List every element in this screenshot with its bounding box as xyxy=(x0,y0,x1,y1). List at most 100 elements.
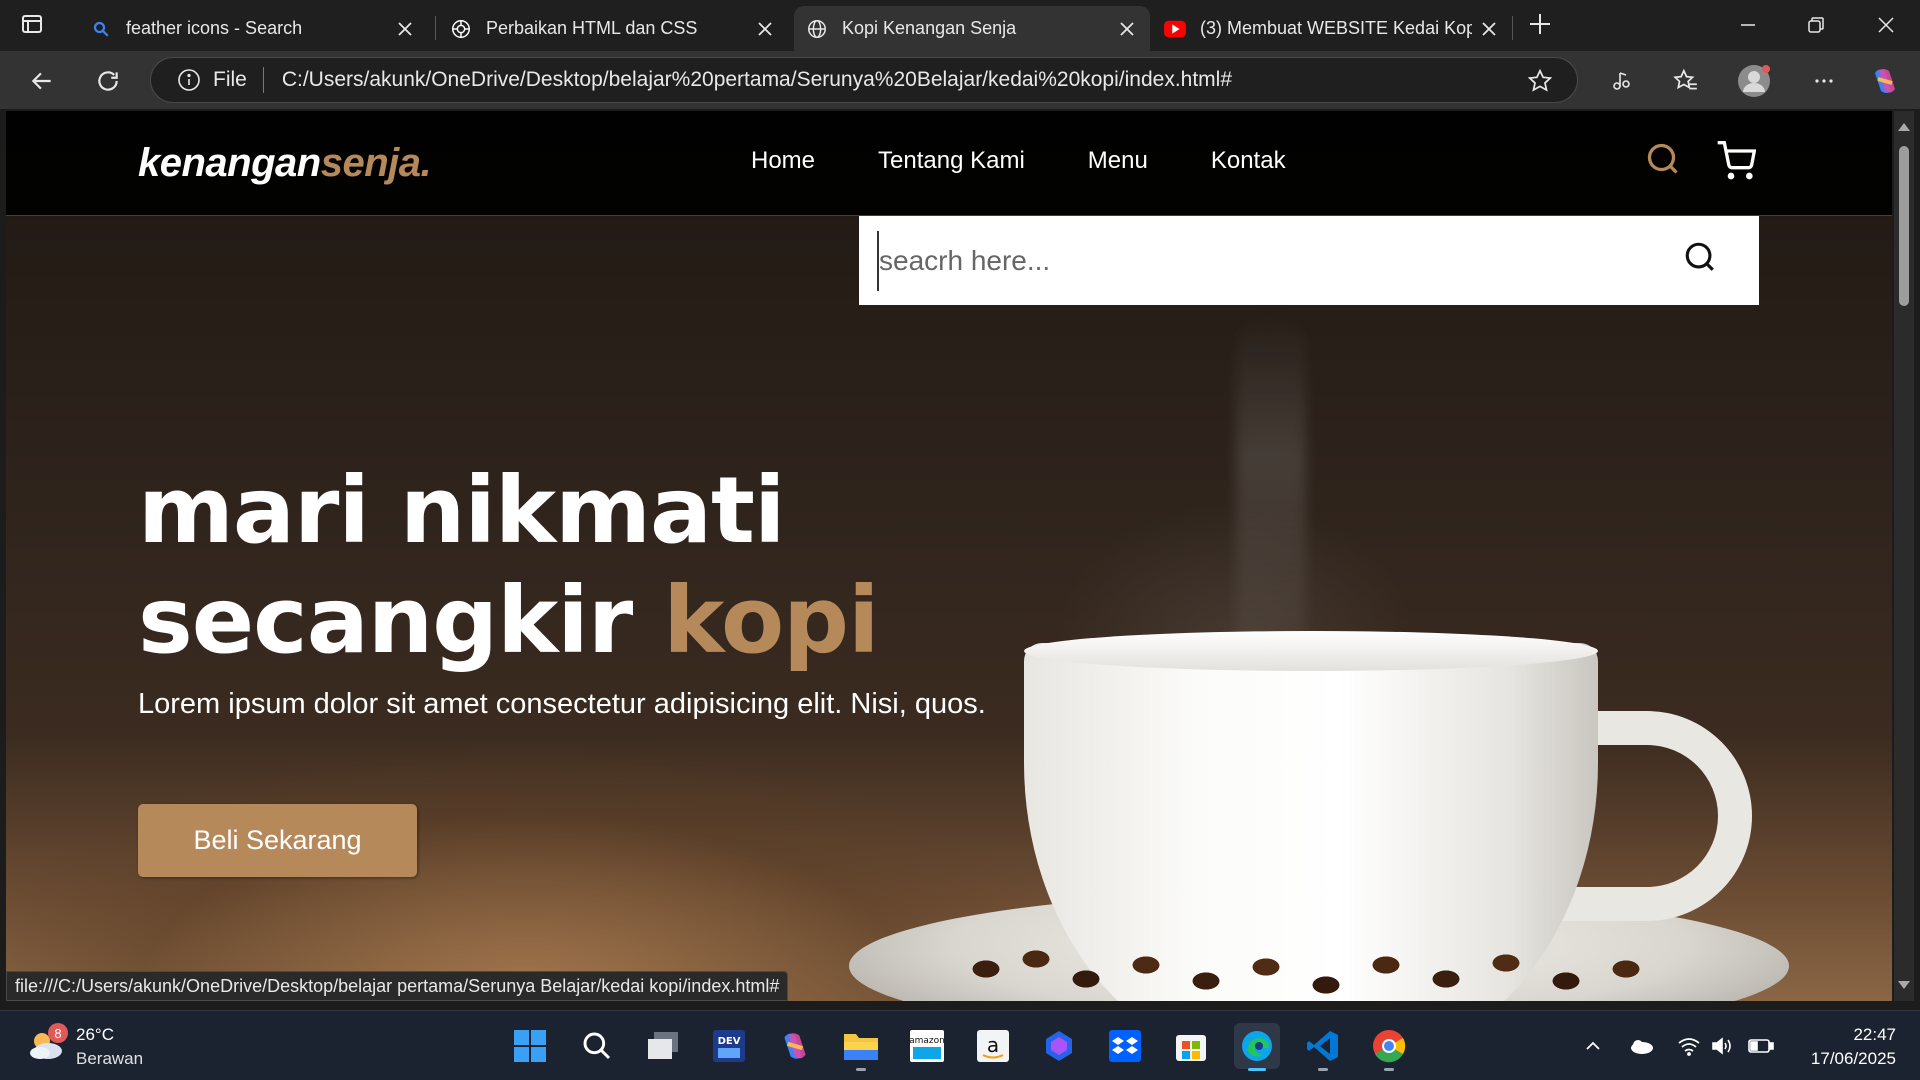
tab-kopi-kenangan-senja[interactable]: Kopi Kenangan Senja xyxy=(794,6,1150,51)
close-icon[interactable] xyxy=(1478,18,1500,40)
globe-icon xyxy=(806,18,828,40)
close-icon[interactable] xyxy=(394,18,416,40)
read-aloud-icon[interactable] xyxy=(1604,64,1638,98)
restore-icon[interactable] xyxy=(1796,10,1836,40)
weather-desc: Berawan xyxy=(76,1049,144,1068)
page-scrollbar[interactable] xyxy=(1894,111,1914,1001)
search-form xyxy=(859,216,1759,305)
weather-temp: 26°C xyxy=(76,1025,114,1044)
buy-now-button[interactable]: Beli Sekarang xyxy=(138,804,417,877)
search-icon[interactable] xyxy=(574,1023,620,1069)
running-indicator xyxy=(1384,1068,1394,1071)
chrome-icon[interactable] xyxy=(1366,1023,1412,1071)
tab-title: feather icons - Search xyxy=(126,18,303,38)
svg-text:a: a xyxy=(987,1033,999,1057)
search-submit-icon[interactable] xyxy=(1683,240,1723,280)
url-text[interactable]: C:/Users/akunk/OneDrive/Desktop/belajar%… xyxy=(282,68,1232,92)
back-icon[interactable] xyxy=(26,65,58,97)
search-icon[interactable] xyxy=(1645,141,1685,181)
clock-time: 22:47 xyxy=(1853,1025,1896,1044)
tab-separator xyxy=(435,16,436,40)
close-icon[interactable] xyxy=(754,18,776,40)
more-options-icon[interactable] xyxy=(1807,64,1841,98)
tab-separator xyxy=(1512,16,1513,40)
scroll-down-arrow[interactable] xyxy=(1898,981,1910,989)
tab-perbaikan-html[interactable]: Perbaikan HTML dan CSS xyxy=(438,6,788,51)
divider xyxy=(262,67,264,93)
tab-actions-icon[interactable] xyxy=(20,12,50,40)
hero-description: Lorem ipsum dolor sit amet consectetur a… xyxy=(138,688,986,720)
start-icon[interactable] xyxy=(507,1023,553,1069)
address-bar[interactable]: File C:/Users/akunk/OneDrive/Desktop/bel… xyxy=(150,57,1578,103)
hero-title-line1: mari nikmati xyxy=(138,457,786,564)
running-indicator xyxy=(1248,1068,1266,1071)
onedrive-cloud-icon[interactable] xyxy=(1628,1033,1654,1059)
tab-membuat-website[interactable]: (3) Membuat WEBSITE Kedai Kopi xyxy=(1152,6,1512,51)
close-icon[interactable] xyxy=(1116,18,1138,40)
svg-text:DEV: DEV xyxy=(718,1036,741,1047)
devhome-icon[interactable]: DEV xyxy=(706,1023,752,1069)
scroll-up-arrow[interactable] xyxy=(1898,123,1910,131)
favorite-star-icon[interactable] xyxy=(1527,68,1553,94)
task-view-icon[interactable] xyxy=(640,1023,686,1069)
running-indicator xyxy=(1318,1068,1328,1071)
weather-widget[interactable]: 8 26°C Berawan xyxy=(26,1019,176,1073)
tab-title: Kopi Kenangan Senja xyxy=(842,18,1017,38)
search-input[interactable] xyxy=(877,230,1677,291)
profile-avatar[interactable] xyxy=(1737,64,1771,98)
copilot-icon[interactable] xyxy=(772,1023,818,1069)
link-status-bar: file:///C:/Users/akunk/OneDrive/Desktop/… xyxy=(6,971,789,1001)
logo-main: kenangan xyxy=(138,141,321,185)
tab-title: Perbaikan HTML dan CSS xyxy=(486,18,698,38)
hero-title: mari nikmati secangkir kopi xyxy=(138,456,1038,676)
nav-menu[interactable]: Menu xyxy=(1088,147,1148,175)
store-icon[interactable] xyxy=(1168,1023,1214,1069)
chatgpt-icon xyxy=(450,18,472,40)
tab-title: (3) Membuat WEBSITE Kedai Kopi xyxy=(1200,18,1472,38)
hero-title-accent: kopi xyxy=(663,567,879,674)
clock-date: 17/06/2025 xyxy=(1810,1049,1896,1068)
amazon-a-icon[interactable]: a xyxy=(970,1023,1016,1069)
new-tab-icon[interactable] xyxy=(1528,12,1558,40)
volume-icon[interactable] xyxy=(1710,1033,1736,1059)
nav-home[interactable]: Home xyxy=(751,147,815,175)
close-window-icon[interactable] xyxy=(1866,10,1906,40)
battery-icon[interactable] xyxy=(1748,1033,1774,1059)
coffee-beans-image xyxy=(906,929,1726,1001)
chevron-up-icon[interactable] xyxy=(1580,1033,1606,1059)
tab-feather-icons-search[interactable]: feather icons - Search xyxy=(78,6,428,51)
browser-toolbar: File C:/Users/akunk/OneDrive/Desktop/bel… xyxy=(0,51,1920,109)
file-explorer-icon[interactable] xyxy=(838,1023,884,1071)
info-icon[interactable] xyxy=(177,68,201,92)
logo-accent: senja. xyxy=(320,141,432,185)
site-navbar: kenangansenja. Home Tentang Kami Menu Ko… xyxy=(6,111,1892,216)
site-logo[interactable]: kenangansenja. xyxy=(138,141,432,186)
refresh-icon[interactable] xyxy=(92,65,124,97)
nav-tentang-kami[interactable]: Tentang Kami xyxy=(878,147,1025,175)
scheme-label: File xyxy=(213,68,247,91)
copilot-app-icon[interactable] xyxy=(1036,1023,1082,1069)
running-indicator xyxy=(856,1068,866,1071)
search-icon xyxy=(90,18,112,40)
scroll-thumb[interactable] xyxy=(1899,146,1909,306)
browser-tab-bar: feather icons - Search Perbaikan HTML da… xyxy=(0,0,1920,51)
weather-alert-badge: 8 xyxy=(48,1023,68,1043)
copilot-icon[interactable] xyxy=(1868,64,1902,98)
edge-icon[interactable] xyxy=(1234,1023,1280,1071)
main-nav: Home Tentang Kami Menu Kontak xyxy=(751,147,1349,175)
page-viewport: kenangansenja. Home Tentang Kami Menu Ko… xyxy=(6,111,1892,1001)
amazon-icon[interactable]: amazon xyxy=(904,1023,950,1069)
nav-kontak[interactable]: Kontak xyxy=(1211,147,1286,175)
youtube-icon xyxy=(1164,18,1186,40)
cup-rim-image xyxy=(1024,631,1598,671)
svg-text:amazon: amazon xyxy=(909,1036,945,1046)
shopping-cart-icon[interactable] xyxy=(1716,141,1757,181)
minimize-icon[interactable] xyxy=(1728,10,1768,40)
dropbox-icon[interactable] xyxy=(1102,1023,1148,1069)
hero-title-line2: secangkir xyxy=(138,567,633,674)
system-clock[interactable]: 22:47 17/06/2025 xyxy=(1811,1023,1896,1071)
windows-taskbar: 8 26°C Berawan DEV amazon a 22:47 17/06/… xyxy=(0,1010,1920,1080)
favorites-icon[interactable] xyxy=(1669,64,1703,98)
wifi-icon[interactable] xyxy=(1676,1033,1702,1059)
vscode-icon[interactable] xyxy=(1300,1023,1346,1071)
